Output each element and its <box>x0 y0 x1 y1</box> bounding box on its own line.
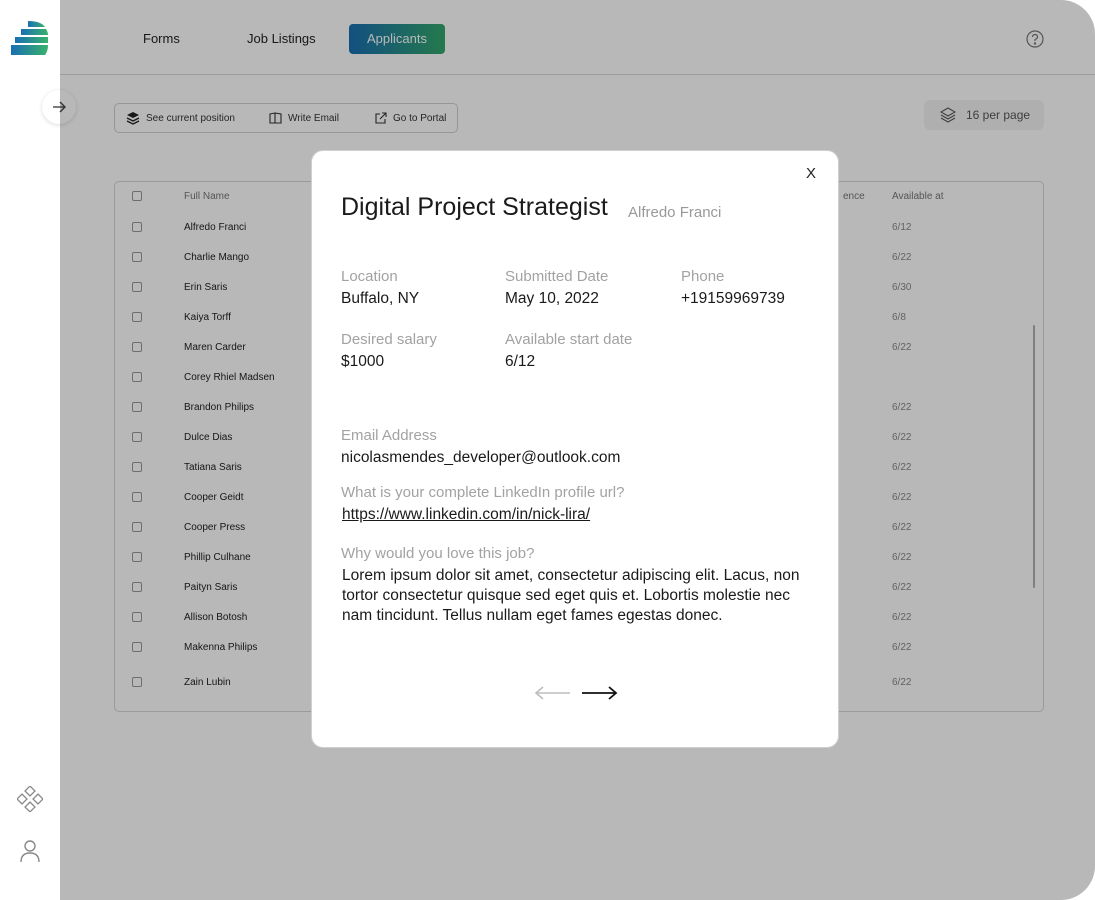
why-answer: Lorem ipsum dolor sit amet, consectetur … <box>342 567 800 624</box>
phone-label: Phone <box>681 268 725 285</box>
location-value: Buffalo, NY <box>341 290 420 307</box>
email-value[interactable]: nicolasmendes_developer@outlook.com <box>341 449 620 467</box>
sidebar <box>0 0 60 900</box>
location-label: Location <box>341 268 398 285</box>
submitted-date-label: Submitted Date <box>505 268 609 285</box>
start-date-value: 6/12 <box>505 353 536 370</box>
email-label: Email Address <box>341 427 437 444</box>
applicant-name: Alfredo Franci <box>628 204 722 221</box>
modal-title: Digital Project Strategist <box>341 193 608 221</box>
desired-salary-label: Desired salary <box>341 331 437 348</box>
applicant-detail-modal: X Digital Project Strategist Alfredo Fra… <box>311 150 839 748</box>
close-button[interactable]: X <box>803 165 819 185</box>
components-icon[interactable] <box>16 785 44 813</box>
submitted-date-value: May 10, 2022 <box>505 290 599 307</box>
desired-salary-value: $1000 <box>341 353 385 370</box>
why-label: Why would you love this job? <box>341 545 535 562</box>
user-icon[interactable] <box>16 837 44 865</box>
start-date-label: Available start date <box>505 331 633 348</box>
linkedin-link[interactable]: https://www.linkedin.com/in/nick-lira/ <box>342 506 590 524</box>
linkedin-label: What is your complete LinkedIn profile u… <box>341 484 625 501</box>
arrow-right-icon[interactable] <box>580 683 618 703</box>
phone-value: +19159969739 <box>681 290 785 307</box>
arrow-left-icon[interactable] <box>534 683 572 703</box>
layered-logo-icon[interactable] <box>11 21 49 55</box>
